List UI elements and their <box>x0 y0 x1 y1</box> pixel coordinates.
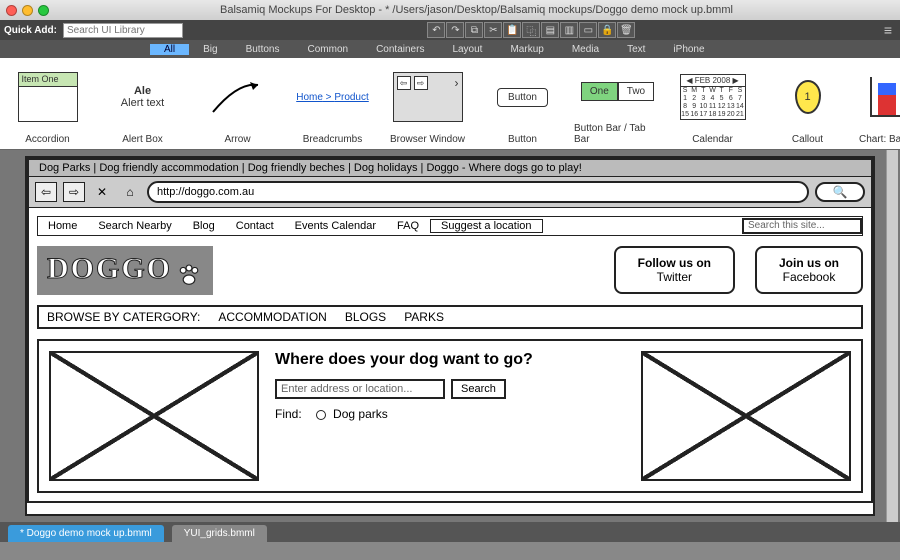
cat-blogs[interactable]: BLOGS <box>345 310 386 324</box>
nav-faq[interactable]: FAQ <box>387 220 430 232</box>
nav-suggest[interactable]: Suggest a location <box>430 219 543 233</box>
ui-library: Item One Accordion AleAlert text Alert B… <box>0 58 900 150</box>
site-logo: DOGGO <box>37 246 213 295</box>
lib-accordion[interactable]: Item One Accordion <box>0 58 95 149</box>
lock-icon[interactable]: 🔒 <box>598 22 616 38</box>
radio-dog-parks[interactable] <box>316 410 326 420</box>
forward-icon[interactable]: ⇨ <box>63 182 85 202</box>
category-markup[interactable]: Markup <box>496 44 557 55</box>
lib-callout[interactable]: 1 Callout <box>760 58 855 149</box>
group-icon[interactable]: ▭ <box>579 22 597 38</box>
stop-icon[interactable]: ✕ <box>91 182 113 202</box>
join-facebook-box[interactable]: Join us on Facebook <box>755 246 863 294</box>
lib-calendar[interactable]: ◀ FEB 2008 ▶SMTWTFS123456789101112131415… <box>665 58 760 149</box>
doc-tab-active[interactable]: * Doggo demo mock up.bmml <box>8 525 164 542</box>
canvas-stage[interactable]: Dog Parks | Dog friendly accommodation |… <box>0 150 900 522</box>
toolbar-icons: ↶ ↷ ⧉ ✂ 📋 ⿻ ▤ ▥ ▭ 🔒 🗑 <box>189 22 874 38</box>
search-heading: Where does your dog want to go? <box>275 351 625 369</box>
mock-page-body: Home Search Nearby Blog Contact Events C… <box>29 208 871 501</box>
nav-home[interactable]: Home <box>38 220 88 232</box>
mock-browser-window[interactable]: Dog Parks | Dog friendly accommodation |… <box>27 158 873 503</box>
zoom-icon[interactable] <box>38 5 49 16</box>
content-row: Where does your dog want to go? Enter ad… <box>37 339 863 493</box>
home-icon[interactable]: ⌂ <box>119 182 141 202</box>
duplicate-icon[interactable]: ⿻ <box>522 22 540 38</box>
cut-icon[interactable]: ✂ <box>484 22 502 38</box>
lib-chart[interactable]: Chart: Bar Chart <box>855 58 900 149</box>
nav-contact[interactable]: Contact <box>226 220 285 232</box>
copy-icon[interactable]: ⧉ <box>465 22 483 38</box>
mockup-canvas[interactable]: Dog Parks | Dog friendly accommodation |… <box>25 156 875 516</box>
back-icon[interactable]: ⇦ <box>35 182 57 202</box>
url-bar[interactable]: http://doggo.com.au <box>147 181 809 203</box>
vertical-scrollbar[interactable] <box>886 150 898 522</box>
lib-arrow[interactable]: Arrow <box>190 58 285 149</box>
lib-button[interactable]: Button Button <box>475 58 570 149</box>
browse-label: BROWSE BY CATERGORY: <box>47 310 200 324</box>
category-layout[interactable]: Layout <box>438 44 496 55</box>
search-panel: Where does your dog want to go? Enter ad… <box>275 351 625 481</box>
document-tabs: * Doggo demo mock up.bmml YUI_grids.bmml <box>0 522 900 542</box>
minimize-icon[interactable] <box>22 5 33 16</box>
category-media[interactable]: Media <box>558 44 613 55</box>
quick-add-bar: Quick Add: ↶ ↷ ⧉ ✂ 📋 ⿻ ▤ ▥ ▭ 🔒 🗑 ≡ <box>0 20 900 40</box>
lib-browser[interactable]: ⇦⇨› Browser Window <box>380 58 475 149</box>
hero-row: DOGGO Follow us on Twitter Join us on Fa… <box>37 246 863 295</box>
paste-icon[interactable]: 📋 <box>503 22 521 38</box>
send-back-icon[interactable]: ▥ <box>560 22 578 38</box>
window-titlebar: Balsamiq Mockups For Desktop - * /Users/… <box>0 0 900 20</box>
search-button[interactable]: Search <box>451 379 506 399</box>
window-controls <box>6 5 49 16</box>
lib-buttonbar[interactable]: OneTwo Button Bar / Tab Bar <box>570 58 665 149</box>
site-search-input[interactable]: Search this site... <box>742 218 862 234</box>
image-placeholder-left[interactable] <box>49 351 259 481</box>
cat-accommodation[interactable]: ACCOMMODATION <box>218 310 326 324</box>
image-placeholder-right[interactable] <box>641 351 851 481</box>
category-text[interactable]: Text <box>613 44 659 55</box>
undo-icon[interactable]: ↶ <box>427 22 445 38</box>
browser-search-icon[interactable]: 🔍 <box>815 182 865 202</box>
close-icon[interactable] <box>6 5 17 16</box>
window-title: Balsamiq Mockups For Desktop - * /Users/… <box>59 4 894 16</box>
paw-icon <box>175 261 203 289</box>
category-containers[interactable]: Containers <box>362 44 438 55</box>
nav-events[interactable]: Events Calendar <box>285 220 387 232</box>
quick-add-input[interactable] <box>63 23 183 38</box>
category-all[interactable]: All <box>150 44 189 55</box>
category-big[interactable]: Big <box>189 44 231 55</box>
lib-alert[interactable]: AleAlert text Alert Box <box>95 58 190 149</box>
quick-add-label: Quick Add: <box>4 25 57 36</box>
library-category-bar: All Big Buttons Common Containers Layout… <box>0 40 900 58</box>
delete-icon[interactable]: 🗑 <box>617 22 635 38</box>
redo-icon[interactable]: ↷ <box>446 22 464 38</box>
nav-search-nearby[interactable]: Search Nearby <box>88 220 182 232</box>
find-row: Find: Dog parks <box>275 407 625 421</box>
category-buttons[interactable]: Buttons <box>232 44 294 55</box>
lib-breadcrumbs[interactable]: Home > Product Breadcrumbs <box>285 58 380 149</box>
follow-twitter-box[interactable]: Follow us on Twitter <box>614 246 735 294</box>
doc-tab-inactive[interactable]: YUI_grids.bmml <box>172 525 267 542</box>
category-iphone[interactable]: iPhone <box>659 44 718 55</box>
mock-tab-strip: Dog Parks | Dog friendly accommodation |… <box>29 160 871 176</box>
mock-browser-chrome: ⇦ ⇨ ✕ ⌂ http://doggo.com.au 🔍 <box>29 176 871 208</box>
address-input[interactable]: Enter address or location... <box>275 379 445 399</box>
cat-parks[interactable]: PARKS <box>404 310 444 324</box>
bring-front-icon[interactable]: ▤ <box>541 22 559 38</box>
nav-blog[interactable]: Blog <box>183 220 226 232</box>
menu-icon[interactable]: ≡ <box>880 22 896 38</box>
site-nav: Home Search Nearby Blog Contact Events C… <box>37 216 863 236</box>
browse-category-row: BROWSE BY CATERGORY: ACCOMMODATION BLOGS… <box>37 305 863 329</box>
category-common[interactable]: Common <box>294 44 363 55</box>
